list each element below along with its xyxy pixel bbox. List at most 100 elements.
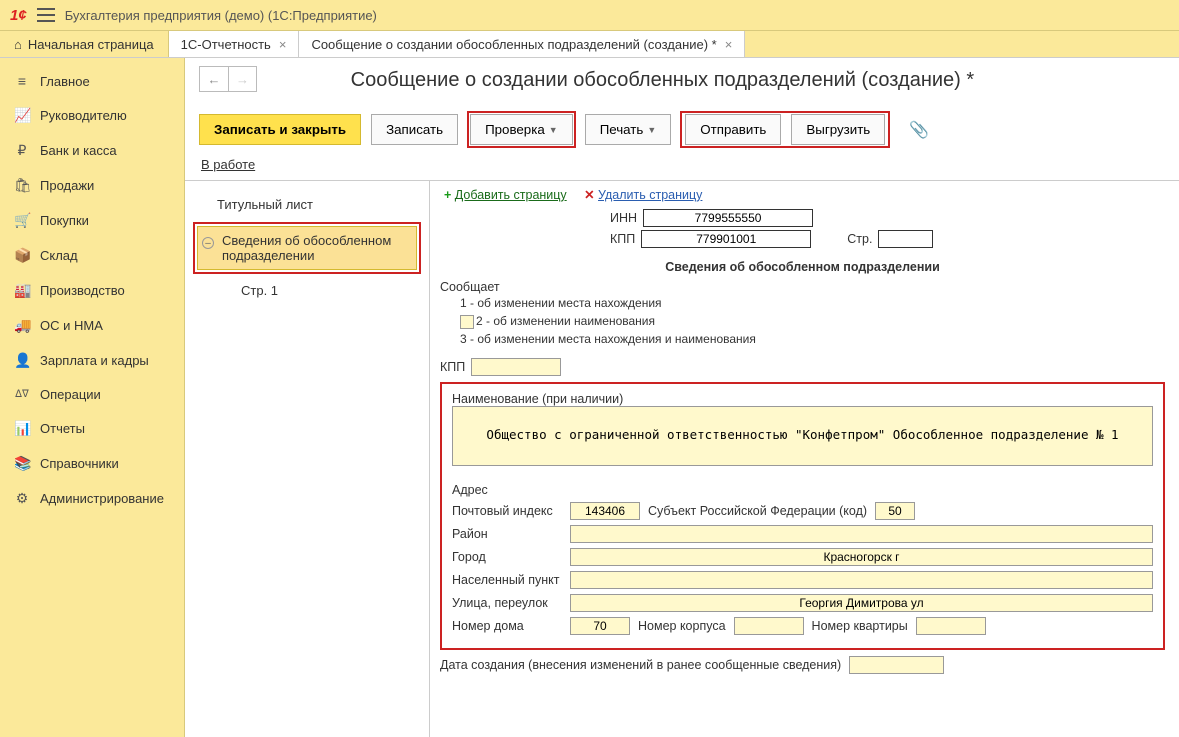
house-field[interactable] — [570, 617, 630, 635]
back-button[interactable]: ← — [200, 67, 228, 91]
sidebar-item-label: Зарплата и кадры — [40, 353, 149, 368]
person-icon: 👤 — [14, 352, 30, 369]
sidebar-item-payroll[interactable]: 👤 Зарплата и кадры — [0, 343, 184, 378]
region-label: Субъект Российской Федерации (код) — [648, 504, 867, 518]
factory-icon: 🏭 — [14, 282, 30, 299]
forward-button[interactable]: → — [228, 67, 256, 91]
sidebar-item-label: ОС и НМА — [40, 318, 103, 333]
page-num-field[interactable] — [878, 230, 933, 248]
region-field[interactable] — [875, 502, 915, 520]
tab-home[interactable]: ⌂ Начальная страница — [0, 31, 169, 57]
inn-field[interactable] — [643, 209, 813, 227]
box-icon: 📦 — [14, 247, 30, 264]
sidebar-item-label: Руководителю — [40, 108, 127, 123]
sidebar-item-reports[interactable]: 📊Отчеты — [0, 411, 184, 446]
locality-label: Населенный пункт — [452, 573, 562, 587]
toolbar: Записать и закрыть Записать Проверка▼ Пе… — [185, 92, 1179, 147]
main-area: ← → Сообщение о создании обособленных по… — [185, 58, 1179, 737]
sidebar-item-label: Продажи — [40, 178, 94, 193]
close-icon[interactable]: × — [725, 37, 733, 52]
city-label: Город — [452, 550, 562, 564]
tree-page-1[interactable]: Стр. 1 — [193, 278, 421, 303]
name-field[interactable] — [452, 406, 1153, 466]
bag-icon: 🛍 — [14, 177, 30, 194]
sidebar-item-operations[interactable]: ᐃᐁОперации — [0, 378, 184, 411]
save-close-button[interactable]: Записать и закрыть — [199, 114, 361, 145]
sidebar-item-label: Операции — [40, 387, 101, 402]
sidebar-item-reference[interactable]: 📚Справочники — [0, 446, 184, 481]
locality-field[interactable] — [570, 571, 1153, 589]
tab-reporting[interactable]: 1С-Отчетность × — [169, 31, 300, 57]
sidebar-item-label: Отчеты — [40, 421, 85, 436]
gear-icon: ⚙ — [14, 490, 30, 507]
kpp2-field[interactable] — [471, 358, 561, 376]
ruble-icon: ₽ — [14, 142, 30, 159]
sidebar-item-label: Покупки — [40, 213, 89, 228]
print-button[interactable]: Печать▼ — [585, 114, 672, 145]
sidebar-item-label: Администрирование — [40, 491, 164, 506]
highlighted-form-block: Наименование (при наличии) Адрес Почтовы… — [440, 382, 1165, 650]
logo-1c-icon: 1¢ — [10, 7, 27, 24]
zip-field[interactable] — [570, 502, 640, 520]
kpp-label: КПП — [610, 232, 635, 246]
date-field[interactable] — [849, 656, 944, 674]
x-icon: ✕ — [584, 188, 594, 202]
apt-label: Номер квартиры — [812, 619, 908, 633]
home-icon: ⌂ — [14, 37, 22, 52]
sidebar-item-warehouse[interactable]: 📦Склад — [0, 238, 184, 273]
tab-home-label: Начальная страница — [28, 37, 154, 52]
page-num-label: Стр. — [847, 232, 872, 246]
kpp-field[interactable] — [641, 230, 811, 248]
tree-title-page[interactable]: Титульный лист — [193, 191, 421, 218]
chevron-down-icon: ▼ — [647, 125, 656, 135]
tree-details[interactable]: – Сведения об обособленном подразделении — [197, 226, 417, 270]
books-icon: 📚 — [14, 455, 30, 472]
plus-icon: + — [444, 188, 451, 202]
tab-document[interactable]: Сообщение о создании обособленных подраз… — [299, 31, 745, 57]
status-link[interactable]: В работе — [201, 157, 255, 172]
burger-icon[interactable] — [37, 8, 55, 22]
document-title: Сообщение о создании обособленных подраз… — [351, 69, 975, 92]
export-button[interactable]: Выгрузить — [791, 114, 885, 145]
send-button[interactable]: Отправить — [685, 114, 781, 145]
add-page-link[interactable]: Добавить страницу — [455, 188, 567, 202]
date-label: Дата создания (внесения изменений в ране… — [440, 658, 841, 672]
sidebar-item-admin[interactable]: ⚙ Администрирование — [0, 481, 184, 516]
zip-label: Почтовый индекс — [452, 504, 562, 518]
save-button[interactable]: Записать — [371, 114, 458, 145]
sidebar-item-purchases[interactable]: 🛒 Покупки — [0, 203, 184, 238]
form-pane: + Добавить страницу ✕ Удалить страницу И… — [430, 181, 1179, 737]
city-field[interactable] — [570, 548, 1153, 566]
opt-3: 3 - об изменении места нахождения и наим… — [460, 330, 1165, 348]
sidebar-item-manager[interactable]: 📈 Руководителю — [0, 98, 184, 133]
tabs-row: ⌂ Начальная страница 1С-Отчетность × Соо… — [0, 30, 1179, 58]
district-field[interactable] — [570, 525, 1153, 543]
apt-field[interactable] — [916, 617, 986, 635]
sidebar-item-label: Главное — [40, 74, 90, 89]
building-label: Номер корпуса — [638, 619, 726, 633]
collapse-icon[interactable]: – — [202, 237, 214, 249]
app-title: Бухгалтерия предприятия (демо) (1С:Предп… — [65, 8, 377, 23]
sidebar-item-assets[interactable]: 🚚 ОС и НМА — [0, 308, 184, 343]
chart-icon: 📈 — [14, 107, 30, 124]
sidebar-item-sales[interactable]: 🛍 Продажи — [0, 168, 184, 203]
close-icon[interactable]: × — [279, 37, 287, 52]
district-label: Район — [452, 527, 562, 541]
sidebar-item-bank[interactable]: ₽ Банк и касса — [0, 133, 184, 168]
sidebar-item-production[interactable]: 🏭Производство — [0, 273, 184, 308]
option-marker[interactable] — [460, 315, 474, 329]
address-label: Адрес — [452, 483, 1153, 497]
truck-icon: 🚚 — [14, 317, 30, 334]
sidebar-item-main[interactable]: ≡Главное — [0, 64, 184, 98]
check-button[interactable]: Проверка▼ — [470, 114, 573, 145]
delete-page-link[interactable]: Удалить страницу — [598, 188, 702, 202]
name-label: Наименование (при наличии) — [452, 392, 1153, 406]
street-label: Улица, переулок — [452, 596, 562, 610]
reports-label: Сообщает — [440, 280, 1165, 294]
building-field[interactable] — [734, 617, 804, 635]
chevron-down-icon: ▼ — [549, 125, 558, 135]
sidebar-item-label: Банк и касса — [40, 143, 117, 158]
cart-icon: 🛒 — [14, 212, 30, 229]
paperclip-icon[interactable]: 📎 — [909, 120, 929, 140]
street-field[interactable] — [570, 594, 1153, 612]
